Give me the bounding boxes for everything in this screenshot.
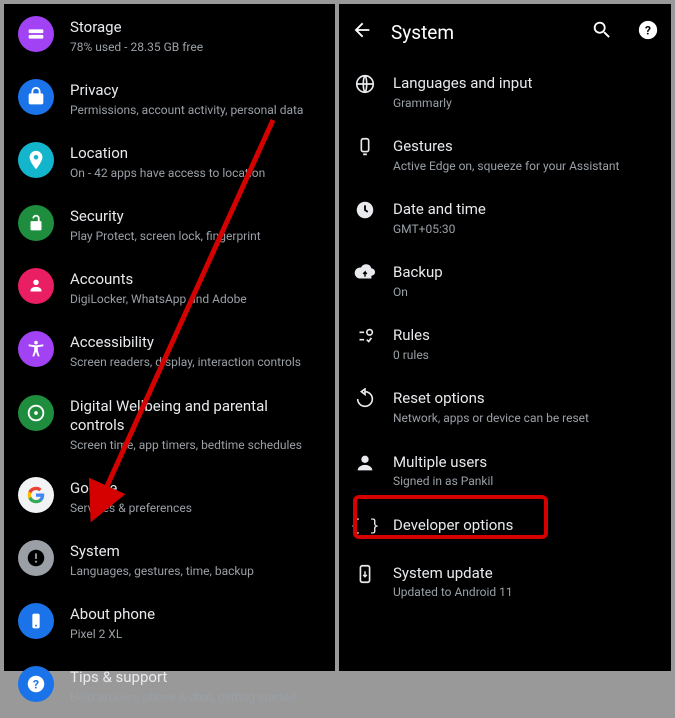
item-gestures[interactable]: GesturesActive Edge on, squeeze for your… [339, 123, 671, 186]
svg-text:?: ? [645, 24, 651, 38]
clock-icon [353, 198, 377, 222]
settings-system-pane: System ? Languages and inputGrammarly Ge… [339, 4, 671, 671]
item-security[interactable]: SecurityPlay Protect, screen lock, finge… [4, 193, 335, 256]
help-icon: ? [18, 666, 54, 702]
search-icon[interactable] [591, 19, 613, 45]
item-sub: 78% used - 28.35 GB free [70, 40, 203, 56]
header: System ? [339, 4, 671, 60]
item-datetime[interactable]: Date and timeGMT+05:30 [339, 186, 671, 249]
item-storage[interactable]: Storage 78% used - 28.35 GB free [4, 4, 335, 67]
item-system[interactable]: SystemLanguages, gestures, time, backup [4, 528, 335, 591]
storage-icon [18, 16, 54, 52]
google-icon [18, 477, 54, 513]
item-accessibility[interactable]: AccessibilityScreen readers, display, in… [4, 319, 335, 382]
item-users[interactable]: Multiple usersSigned in as Pankil [339, 439, 671, 502]
system-icon [18, 540, 54, 576]
page-title: System [391, 21, 573, 44]
braces-icon: { } [353, 514, 377, 538]
item-wellbeing[interactable]: Digital Wellbeing and parental controlsS… [4, 383, 335, 466]
item-developer[interactable]: { } Developer options [339, 502, 671, 550]
back-icon[interactable] [351, 19, 373, 45]
item-google[interactable]: GoogleServices & preferences [4, 465, 335, 528]
item-accounts[interactable]: AccountsDigiLocker, WhatsApp and Adobe [4, 256, 335, 319]
item-backup[interactable]: BackupOn [339, 249, 671, 312]
gestures-icon [353, 135, 377, 159]
svg-text:?: ? [33, 678, 39, 692]
rules-icon [353, 324, 377, 348]
settings-main-pane: Storage 78% used - 28.35 GB free PrivacyP… [4, 4, 335, 671]
security-icon [18, 205, 54, 241]
item-languages[interactable]: Languages and inputGrammarly [339, 60, 671, 123]
item-about[interactable]: About phonePixel 2 XL [4, 591, 335, 654]
item-tips[interactable]: ? Tips & supportHelp articles, phone & c… [4, 654, 335, 717]
globe-icon [353, 72, 377, 96]
item-reset[interactable]: Reset optionsNetwork, apps or device can… [339, 375, 671, 438]
item-rules[interactable]: Rules0 rules [339, 312, 671, 375]
reset-icon [353, 387, 377, 411]
help-icon[interactable]: ? [637, 19, 659, 45]
location-icon [18, 142, 54, 178]
user-icon [353, 451, 377, 475]
wellbeing-icon [18, 395, 54, 431]
cloud-icon [353, 261, 377, 285]
item-title: Storage [70, 18, 203, 38]
update-icon [353, 562, 377, 586]
privacy-icon [18, 79, 54, 115]
accessibility-icon [18, 331, 54, 367]
item-privacy[interactable]: PrivacyPermissions, account activity, pe… [4, 67, 335, 130]
accounts-icon [18, 268, 54, 304]
item-update[interactable]: System updateUpdated to Android 11 [339, 550, 671, 613]
about-icon [18, 603, 54, 639]
item-location[interactable]: LocationOn - 42 apps have access to loca… [4, 130, 335, 193]
